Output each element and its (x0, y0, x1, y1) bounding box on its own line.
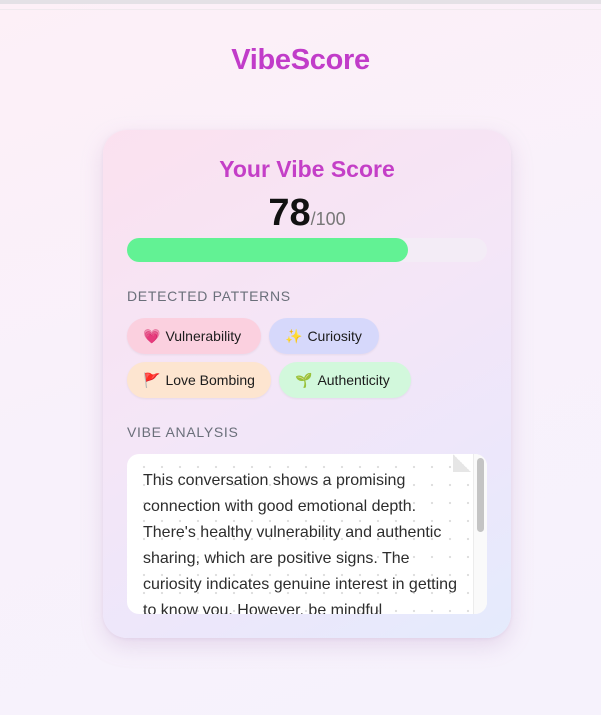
browser-top-bar (0, 0, 601, 4)
score-progress-fill (127, 238, 408, 262)
chip-label: Curiosity (307, 328, 362, 344)
chip-label: Authenticity (317, 372, 390, 388)
score-max: /100 (310, 209, 346, 229)
scrollbar-thumb[interactable] (477, 458, 484, 532)
top-divider (0, 9, 601, 10)
score-display: 78/100 (103, 192, 511, 235)
vibe-analysis-text: This conversation shows a promising conn… (143, 472, 457, 614)
red-flag-icon: 🚩 (143, 372, 161, 388)
card-title: Your Vibe Score (219, 156, 395, 182)
chip-love-bombing: 🚩 Love Bombing (127, 362, 271, 398)
detected-patterns-label: DETECTED PATTERNS (127, 288, 291, 304)
vibe-analysis-label: VIBE ANALYSIS (127, 424, 239, 440)
app-title: VibeScore (231, 44, 370, 76)
chip-curiosity: ✨ Curiosity (269, 318, 379, 354)
chip-label: Vulnerability (165, 328, 242, 344)
chip-vulnerability: 💗 Vulnerability (127, 318, 261, 354)
score-value: 78 (268, 192, 311, 234)
vibe-analysis-box[interactable]: This conversation shows a promising conn… (127, 454, 487, 614)
chip-authenticity: 🌱 Authenticity (279, 362, 411, 398)
vibe-score-card: Your Vibe Score 78/100 DETECTED PATTERNS… (103, 130, 511, 638)
score-progress-bar (127, 238, 487, 262)
seedling-icon: 🌱 (295, 372, 313, 388)
sparkles-icon: ✨ (285, 328, 303, 344)
heart-icon: 💗 (143, 328, 161, 344)
chip-label: Love Bombing (165, 372, 255, 388)
analysis-scrollbar[interactable] (473, 454, 487, 614)
